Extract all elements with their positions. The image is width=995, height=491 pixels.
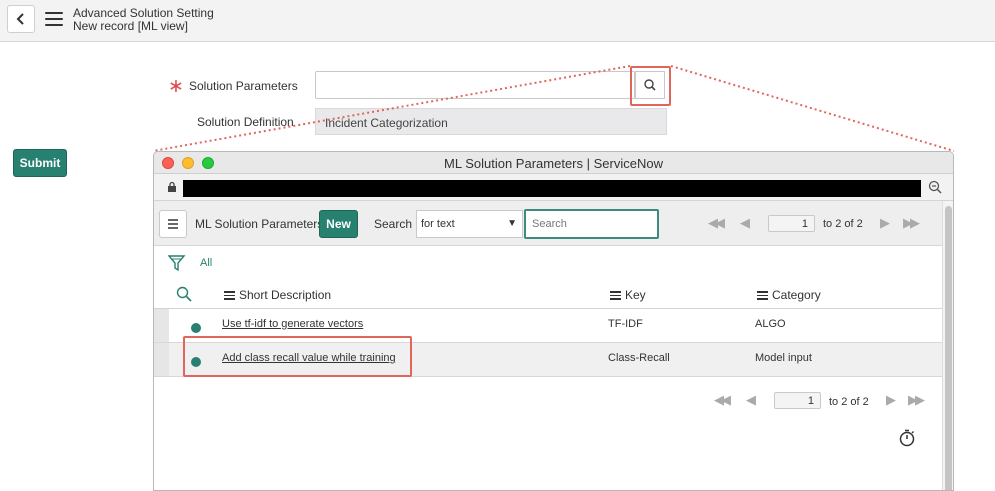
- solution-definition-field: Incident Categorization: [315, 108, 667, 135]
- column-menu-icon[interactable]: [224, 291, 235, 300]
- zoom-out-icon[interactable]: [928, 180, 942, 194]
- status-dot-icon: [191, 323, 201, 333]
- vertical-scrollbar[interactable]: [942, 201, 953, 490]
- record-title: Advanced Solution Setting New record [ML…: [73, 7, 214, 33]
- last-page-icon[interactable]: ▶▶: [903, 215, 920, 231]
- first-page-icon[interactable]: ◀◀: [708, 215, 725, 231]
- next-page-icon[interactable]: ▶: [880, 215, 890, 231]
- hamburger-icon: [168, 219, 178, 229]
- app-header: Advanced Solution Setting New record [ML…: [0, 0, 995, 42]
- solution-parameters-label: Solution Parameters: [189, 79, 298, 93]
- required-indicator: ∗: [168, 76, 184, 97]
- prev-page-icon[interactable]: ◀: [740, 215, 750, 231]
- url-bar: [154, 174, 953, 201]
- solution-parameters-input[interactable]: [315, 71, 635, 99]
- column-header-category[interactable]: Category: [757, 288, 821, 302]
- list-toolbar: ML Solution Parameters New Search for te…: [154, 201, 942, 246]
- column-header-short-description[interactable]: Short Description: [224, 288, 331, 302]
- chevron-left-icon: [16, 13, 24, 25]
- row-select-handle[interactable]: [154, 343, 169, 376]
- first-page-icon[interactable]: ◀◀: [714, 392, 731, 408]
- last-page-icon[interactable]: ▶▶: [908, 392, 925, 408]
- search-input[interactable]: Search: [524, 209, 659, 239]
- search-field-value: for text: [421, 218, 455, 230]
- page-number-input[interactable]: 1: [768, 215, 815, 232]
- new-button[interactable]: New: [319, 210, 358, 238]
- list-title: ML Solution Parameters: [195, 217, 324, 231]
- lock-icon: [168, 181, 176, 192]
- column-header-label: Key: [625, 288, 646, 302]
- column-search-icon[interactable]: [176, 286, 192, 302]
- window-titlebar: ML Solution Parameters | ServiceNow: [154, 152, 953, 174]
- hamburger-icon[interactable]: [45, 12, 63, 26]
- page-range-text: to 2 of 2: [823, 218, 863, 230]
- key-cell: Class-Recall: [608, 352, 670, 364]
- column-menu-icon[interactable]: [757, 291, 768, 300]
- prev-page-icon[interactable]: ◀: [746, 392, 756, 408]
- back-button[interactable]: [7, 5, 35, 33]
- search-field-select[interactable]: for text ▼: [416, 210, 523, 238]
- key-cell: TF-IDF: [608, 318, 643, 330]
- popup-window: ML Solution Parameters | ServiceNow ML S…: [153, 151, 954, 491]
- scrollbar-thumb[interactable]: [945, 206, 952, 490]
- short-description-link[interactable]: Use tf-idf to generate vectors: [222, 318, 363, 330]
- window-title: ML Solution Parameters | ServiceNow: [444, 156, 663, 171]
- next-page-icon[interactable]: ▶: [886, 392, 896, 408]
- redacted-url: [183, 180, 921, 197]
- row-highlight: [183, 336, 412, 377]
- list-menu-button[interactable]: [159, 210, 187, 238]
- column-header-label: Short Description: [239, 288, 332, 302]
- category-cell: Model input: [755, 352, 812, 364]
- page-number-input[interactable]: 1: [774, 392, 821, 409]
- dropdown-arrow-icon: ▼: [507, 218, 517, 229]
- solution-definition-label: Solution Definition: [197, 115, 294, 129]
- column-header-key[interactable]: Key: [610, 288, 646, 302]
- filter-all-link[interactable]: All: [200, 257, 212, 269]
- search-label: Search: [374, 217, 413, 231]
- record-title-line2: New record [ML view]: [73, 19, 188, 33]
- column-header-label: Category: [772, 288, 821, 302]
- category-cell: ALGO: [755, 318, 786, 330]
- column-menu-icon[interactable]: [610, 291, 621, 300]
- filter-icon[interactable]: [168, 254, 186, 272]
- stopwatch-icon[interactable]: [898, 429, 916, 447]
- row-select-handle[interactable]: [154, 309, 169, 342]
- submit-button[interactable]: Submit: [13, 149, 67, 177]
- lookup-highlight: [630, 66, 671, 106]
- search-placeholder: Search: [532, 218, 567, 230]
- page-range-text: to 2 of 2: [829, 396, 869, 408]
